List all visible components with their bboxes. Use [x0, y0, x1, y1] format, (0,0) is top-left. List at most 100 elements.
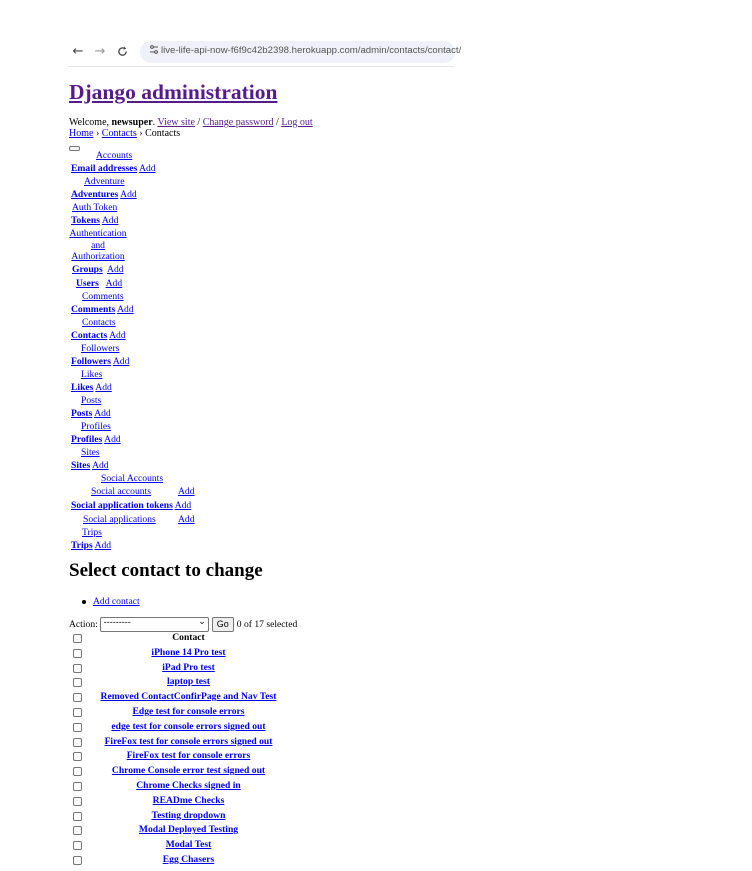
model-link-likes[interactable]: Likes — [71, 382, 93, 393]
model-link-users[interactable]: Users — [76, 278, 99, 289]
site-settings-icon[interactable] — [146, 43, 162, 61]
contact-link[interactable]: Edge test for console errors — [132, 706, 244, 717]
row-checkbox[interactable] — [73, 796, 82, 806]
model-link-sites[interactable]: Sites — [71, 460, 90, 471]
contact-link[interactable]: READme Checks — [153, 795, 225, 806]
chevron-down-icon: ⌄ — [198, 617, 206, 627]
contact-link[interactable]: FireFox test for console errors — [127, 750, 251, 761]
row-checkbox[interactable] — [73, 707, 82, 717]
contact-cell: Modal Test — [86, 839, 291, 851]
add-followers-link[interactable]: Add — [113, 356, 130, 367]
add-social-accounts-link[interactable]: Add — [178, 486, 195, 498]
toolbar-divider — [68, 66, 454, 67]
row-checkbox[interactable] — [73, 678, 82, 688]
add-social-application-tokens-link[interactable]: Add — [175, 500, 192, 511]
add-groups-link[interactable]: Add — [107, 264, 124, 275]
add-comments-link[interactable]: Add — [117, 304, 134, 315]
breadcrumb-home[interactable]: Home — [69, 128, 93, 139]
app-caption-auth-token[interactable]: Auth Token — [72, 202, 117, 214]
model-link-trips[interactable]: Trips — [71, 540, 93, 551]
model-link-social-applications[interactable]: Social applications — [83, 514, 156, 526]
add-posts-link[interactable]: Add — [94, 408, 111, 419]
contact-link[interactable]: Modal Test — [166, 839, 212, 850]
row-checkbox[interactable] — [73, 737, 82, 747]
contact-link[interactable]: iPhone 14 Pro test — [151, 647, 225, 658]
app-caption-adventure[interactable]: Adventure — [84, 176, 125, 188]
app-caption-profiles[interactable]: Profiles — [81, 421, 111, 433]
model-link-social-application-tokens[interactable]: Social application tokens — [71, 500, 173, 511]
model-link-comments[interactable]: Comments — [71, 304, 115, 315]
back-arrow-icon[interactable]: ← — [68, 38, 88, 66]
row-checkbox[interactable] — [73, 811, 82, 821]
model-link-contacts[interactable]: Contacts — [71, 330, 107, 341]
app-caption-accounts[interactable]: Accounts — [96, 150, 132, 162]
action-select[interactable]: --------- ⌄ — [99, 617, 209, 632]
go-button[interactable]: Go — [211, 617, 234, 632]
forward-arrow-icon[interactable]: → — [90, 38, 110, 66]
add-adventures-link[interactable]: Add — [120, 189, 137, 200]
table-row: Removed ContactConfirPage and Nav Test — [69, 690, 291, 705]
add-contacts-link[interactable]: Add — [109, 330, 126, 341]
app-caption-trips[interactable]: Trips — [82, 527, 102, 539]
row-checkbox[interactable] — [73, 648, 82, 658]
site-name-link[interactable]: Django administration — [69, 80, 277, 104]
model-link-social-accounts[interactable]: Social accounts — [91, 486, 151, 498]
contact-link[interactable]: Removed ContactConfirPage and Nav Test — [101, 691, 277, 702]
logout-link[interactable]: Log out — [281, 117, 312, 128]
contact-link[interactable]: FireFox test for console errors signed o… — [105, 736, 273, 747]
app-caption-sites[interactable]: Sites — [81, 447, 100, 459]
table-row: FireFox test for console errors — [69, 749, 291, 764]
column-header-contact[interactable]: Contact — [86, 632, 291, 644]
add-email-addresses-link[interactable]: Add — [139, 163, 156, 174]
row-checkbox[interactable] — [73, 855, 82, 865]
contact-link[interactable]: laptop test — [167, 676, 210, 687]
nav-sidebar-toggle[interactable] — [69, 146, 80, 151]
add-users-link[interactable]: Add — [106, 278, 123, 289]
contact-link[interactable]: Testing dropdown — [152, 810, 226, 821]
app-caption-posts[interactable]: Posts — [81, 395, 101, 407]
row-checkbox[interactable] — [73, 841, 82, 851]
app-caption-contacts[interactable]: Contacts — [82, 317, 116, 329]
row-checkbox[interactable] — [73, 663, 82, 673]
table-row: Edge test for console errors — [69, 705, 291, 720]
add-contact-button[interactable]: Add contact — [93, 596, 140, 607]
model-link-profiles[interactable]: Profiles — [71, 434, 102, 445]
app-caption-likes[interactable]: Likes — [81, 369, 102, 381]
app-caption-comments[interactable]: Comments — [82, 291, 124, 303]
add-likes-link[interactable]: Add — [95, 382, 112, 393]
row-checkbox[interactable] — [73, 781, 82, 791]
table-body: iPhone 14 Pro test iPad Pro test laptop te… — [69, 646, 291, 868]
add-sites-link[interactable]: Add — [92, 460, 109, 471]
row-checkbox[interactable] — [73, 693, 82, 703]
change-password-link[interactable]: Change password — [203, 117, 274, 128]
contact-cell: Edge test for console errors — [86, 706, 291, 718]
contact-link[interactable]: edge test for console errors signed out — [111, 721, 265, 732]
model-link-groups[interactable]: Groups — [72, 264, 103, 275]
app-caption-auth[interactable]: Authentication and Authorization — [68, 228, 128, 263]
row-checkbox[interactable] — [73, 826, 82, 836]
row-checkbox[interactable] — [73, 722, 82, 732]
row-checkbox[interactable] — [73, 752, 82, 762]
add-social-applications-link[interactable]: Add — [178, 514, 195, 526]
contact-link[interactable]: Chrome Console error test signed out — [112, 765, 265, 776]
address-bar[interactable]: live-life-api-now-f6f9c42b2398.herokuapp… — [140, 41, 461, 63]
contact-link[interactable]: Modal Deployed Testing — [139, 824, 238, 835]
add-profiles-link[interactable]: Add — [104, 434, 121, 445]
model-link-tokens[interactable]: Tokens — [71, 215, 100, 226]
view-site-link[interactable]: View site — [157, 117, 194, 128]
contact-link[interactable]: Egg Chasers — [163, 854, 214, 865]
app-caption-social-accounts[interactable]: Social Accounts — [101, 473, 163, 485]
contact-link[interactable]: Chrome Checks signed in — [136, 780, 241, 791]
contact-link[interactable]: iPad Pro test — [162, 662, 215, 673]
breadcrumb-app[interactable]: Contacts — [102, 128, 137, 139]
add-trips-link[interactable]: Add — [95, 540, 112, 551]
model-link-email-addresses[interactable]: Email addresses — [71, 163, 137, 174]
select-all-checkbox[interactable] — [73, 634, 82, 643]
app-caption-followers[interactable]: Followers — [81, 343, 119, 355]
reload-icon[interactable] — [112, 38, 132, 66]
model-link-posts[interactable]: Posts — [71, 408, 92, 419]
model-link-adventures[interactable]: Adventures — [71, 189, 118, 200]
row-checkbox[interactable] — [73, 767, 82, 777]
add-tokens-link[interactable]: Add — [102, 215, 119, 226]
model-link-followers[interactable]: Followers — [71, 356, 111, 367]
